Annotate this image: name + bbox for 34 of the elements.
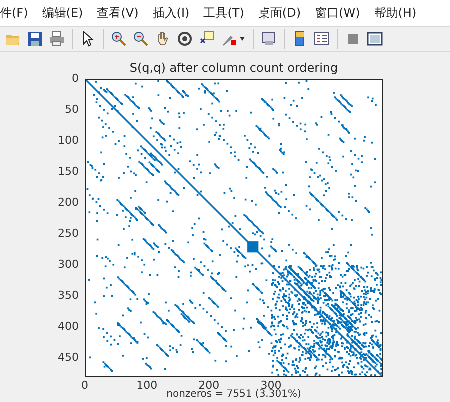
y-tick-label: 400 — [58, 321, 79, 332]
y-tick-label: 100 — [58, 135, 79, 146]
x-tick-label: 200 — [198, 380, 220, 391]
y-tick-label: 0 — [72, 73, 79, 84]
y-tick-label: 450 — [58, 352, 79, 364]
x-tick-label: 100 — [136, 380, 158, 391]
menu-item[interactable]: 工具(T) — [204, 4, 244, 22]
x-tick-label: 0 — [82, 380, 88, 391]
caret-icon[interactable] — [240, 37, 245, 41]
menu-item[interactable]: 查看(V) — [97, 4, 139, 22]
show-plot-tools-icon[interactable] — [367, 31, 383, 47]
x-tick-label: 300 — [260, 380, 282, 391]
legend-icon[interactable] — [314, 31, 330, 47]
x-axis-label: nonzeros = 7551 (3.301%) — [166, 390, 302, 400]
save-icon[interactable] — [27, 31, 43, 47]
menu-item[interactable]: 窗口(W) — [315, 4, 360, 22]
menu-item[interactable]: 件(F) — [0, 4, 28, 22]
y-tick-label: 200 — [58, 197, 79, 208]
hide-plot-tools-icon[interactable] — [345, 31, 361, 47]
y-tick-label: 150 — [58, 166, 79, 178]
zoom-out-icon[interactable] — [133, 31, 149, 47]
menu-item[interactable]: 帮助(H) — [374, 4, 417, 22]
y-tick-label: 250 — [58, 228, 79, 240]
menu-item[interactable]: 编辑(E) — [42, 4, 84, 22]
linked-plot-icon[interactable] — [261, 31, 277, 47]
y-tick-label: 350 — [58, 290, 79, 302]
zoom-in-icon[interactable] — [111, 31, 127, 47]
rotate-icon[interactable] — [177, 31, 193, 47]
menu-item[interactable]: 桌面(D) — [258, 4, 302, 22]
menu-item[interactable]: 插入(I) — [152, 4, 190, 22]
plot-title: S(q,q) after column count ordering — [128, 60, 340, 77]
printer-icon[interactable] — [49, 31, 65, 47]
y-tick-label: 50 — [65, 104, 79, 116]
y-tick-label: 300 — [58, 259, 79, 270]
